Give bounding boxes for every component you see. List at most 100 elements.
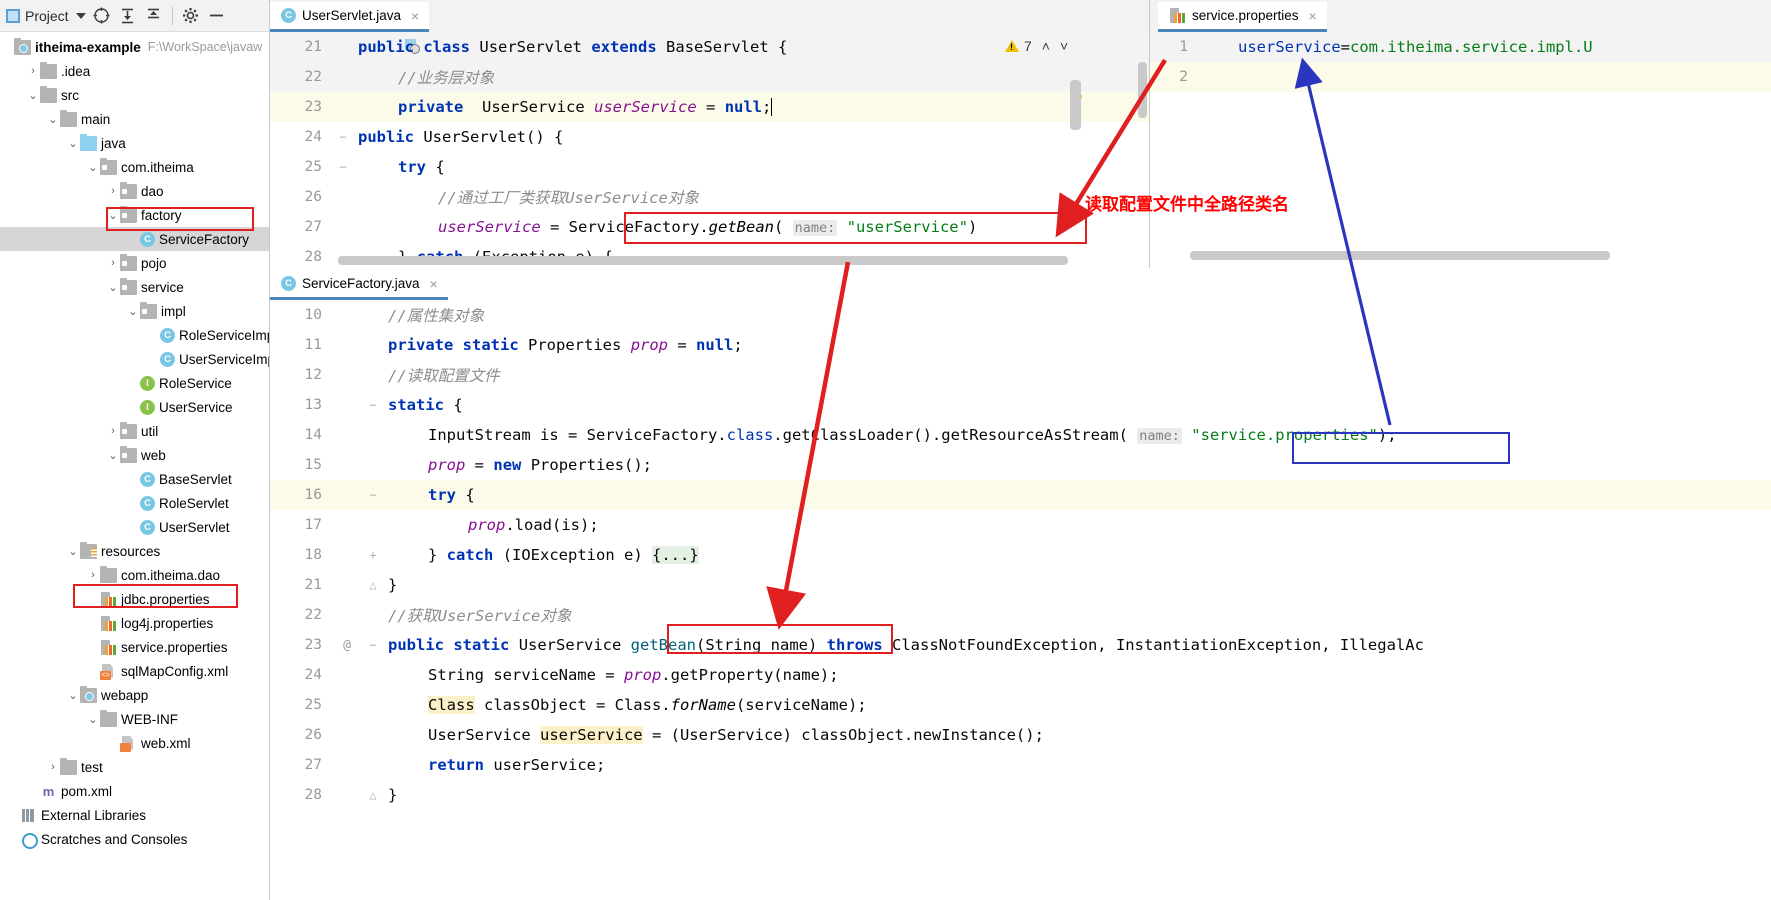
- code-line[interactable]: 13 − static {: [270, 390, 1771, 420]
- hide-icon[interactable]: [207, 6, 227, 26]
- annotation-marker[interactable]: @: [332, 638, 362, 653]
- horizontal-scrollbar-right[interactable]: [1190, 251, 1610, 260]
- tree-item-roleservlet[interactable]: ›CRoleServlet: [0, 491, 269, 515]
- chevron-down-icon[interactable]: ⌄: [126, 305, 140, 318]
- tree-item-pom-xml[interactable]: ›mpom.xml: [0, 779, 269, 803]
- code-line[interactable]: 24 String serviceName = prop.getProperty…: [270, 660, 1771, 690]
- tree-item-java[interactable]: ⌄ java: [0, 131, 269, 155]
- tree-item-test[interactable]: › test: [0, 755, 269, 779]
- chevron-right-icon[interactable]: ›: [106, 185, 120, 197]
- code-line[interactable]: 12 //读取配置文件: [270, 360, 1771, 390]
- tree-item-main[interactable]: ⌄ main: [0, 107, 269, 131]
- code-userservlet[interactable]: 21 public class UserServlet extends Base…: [270, 32, 1149, 268]
- code-line[interactable]: 11 private static Properties prop = null…: [270, 330, 1771, 360]
- tree-item-webapp[interactable]: ⌄ webapp: [0, 683, 269, 707]
- chevron-down-icon[interactable]: ⌄: [106, 449, 120, 462]
- fold-icon[interactable]: −: [362, 638, 384, 652]
- tree-item-factory[interactable]: ⌄ factory: [0, 203, 269, 227]
- tree-item-log4j-properties[interactable]: ›log4j.properties: [0, 611, 269, 635]
- chevron-right-icon[interactable]: ›: [46, 761, 60, 773]
- project-tool-window-title[interactable]: Project: [6, 8, 86, 24]
- top-editor-stripe-thumb[interactable]: [1070, 80, 1081, 130]
- code-line[interactable]: 25 − try {: [270, 152, 1149, 182]
- chevron-down-icon[interactable]: ⌄: [26, 89, 40, 102]
- code-line[interactable]: 23 @ − public static UserService getBean…: [270, 630, 1771, 660]
- override-icon[interactable]: [332, 24, 421, 71]
- prev-problem-button[interactable]: ˄: [1042, 38, 1050, 54]
- chevron-down-icon[interactable]: ⌄: [106, 209, 120, 222]
- fold-icon[interactable]: −: [332, 160, 354, 174]
- code-line[interactable]: 2: [1150, 62, 1771, 92]
- code-servicefactory[interactable]: 10 //属性集对象 11 private static Properties …: [270, 300, 1771, 810]
- locate-icon[interactable]: [92, 6, 112, 26]
- code-line[interactable]: 18 + } catch (IOException e) {...}: [270, 540, 1771, 570]
- tree-item-roleserviceimpl[interactable]: ›CRoleServiceImpl: [0, 323, 269, 347]
- chevron-down-icon[interactable]: ⌄: [66, 545, 80, 558]
- code-line[interactable]: 17 prop.load(is);: [270, 510, 1771, 540]
- code-line[interactable]: 21 △ }: [270, 570, 1771, 600]
- close-icon[interactable]: ×: [430, 276, 438, 292]
- code-line[interactable]: 23 private UserService userService = nul…: [270, 92, 1149, 122]
- chevron-down-icon[interactable]: [75, 12, 86, 19]
- fold-icon[interactable]: +: [362, 548, 384, 562]
- code-line[interactable]: 22 //业务层对象: [270, 62, 1149, 92]
- chevron-right-icon[interactable]: ›: [86, 569, 100, 581]
- tree-item-servicefactory[interactable]: ›CServiceFactory: [0, 227, 269, 251]
- chevron-down-icon[interactable]: ⌄: [106, 281, 120, 294]
- tree-item-external-libraries[interactable]: ›External Libraries: [0, 803, 269, 827]
- tree-item-jdbc-properties[interactable]: ›jdbc.properties: [0, 587, 269, 611]
- chevron-down-icon[interactable]: ⌄: [86, 161, 100, 174]
- code-line[interactable]: 22 //获取UserService对象: [270, 600, 1771, 630]
- tree-item-userserviceimpl[interactable]: ›CUserServiceImpl: [0, 347, 269, 371]
- tree-item-userservice[interactable]: ›IUserService: [0, 395, 269, 419]
- tab-service-properties[interactable]: service.properties ×: [1158, 2, 1327, 32]
- fold-icon[interactable]: △: [362, 578, 384, 592]
- chevron-down-icon[interactable]: ⌄: [86, 713, 100, 726]
- code-line[interactable]: 26 UserService userService = (UserServic…: [270, 720, 1771, 750]
- tree-item-service-properties[interactable]: ›service.properties: [0, 635, 269, 659]
- code-line[interactable]: 10 //属性集对象: [270, 300, 1771, 330]
- collapse-all-icon[interactable]: [144, 6, 164, 26]
- fold-icon[interactable]: −: [332, 130, 354, 144]
- vertical-scrollbar[interactable]: [1138, 62, 1147, 118]
- tree-root-row[interactable]: v itheima-example F:\WorkSpace\javaw: [0, 35, 269, 59]
- tree-item--idea[interactable]: › .idea: [0, 59, 269, 83]
- tree-item-sqlmapconfig-xml[interactable]: ›sqlMapConfig.xml: [0, 659, 269, 683]
- tree-item-src[interactable]: ⌄ src: [0, 83, 269, 107]
- code-line[interactable]: 24 − public UserServlet() {: [270, 122, 1149, 152]
- close-icon[interactable]: ×: [411, 8, 419, 24]
- chevron-down-icon[interactable]: ⌄: [66, 689, 80, 702]
- fold-icon[interactable]: △: [362, 788, 384, 802]
- code-line[interactable]: 16 − try {: [270, 480, 1771, 510]
- tab-servicefactory-java[interactable]: C ServiceFactory.java ×: [270, 270, 448, 300]
- tree-item-roleservice[interactable]: ›IRoleService: [0, 371, 269, 395]
- inspection-widget[interactable]: 7 ˄ ˅: [1005, 38, 1761, 54]
- code-line[interactable]: 28 △ }: [270, 780, 1771, 810]
- tree-item-util[interactable]: › util: [0, 419, 269, 443]
- chevron-right-icon[interactable]: ›: [26, 65, 40, 77]
- next-problem-button[interactable]: ˅: [1060, 38, 1068, 54]
- project-tree[interactable]: v itheima-example F:\WorkSpace\javaw › .i…: [0, 32, 269, 851]
- horizontal-scrollbar[interactable]: [338, 256, 1068, 265]
- tree-item-pojo[interactable]: › pojo: [0, 251, 269, 275]
- tree-item-impl[interactable]: ⌄ impl: [0, 299, 269, 323]
- code-line[interactable]: 25 Class classObject = Class.forName(ser…: [270, 690, 1771, 720]
- folded-block[interactable]: {...}: [652, 546, 699, 564]
- tree-item-com-itheima[interactable]: ⌄ com.itheima: [0, 155, 269, 179]
- gear-icon[interactable]: [181, 6, 201, 26]
- code-line[interactable]: 26 //通过工厂类获取UserService对象: [270, 182, 1149, 212]
- close-icon[interactable]: ×: [1309, 8, 1317, 24]
- fold-icon[interactable]: −: [362, 398, 384, 412]
- tree-item-userservlet[interactable]: ›CUserServlet: [0, 515, 269, 539]
- code-line[interactable]: 27 return userService;: [270, 750, 1771, 780]
- chevron-right-icon[interactable]: ›: [106, 257, 120, 269]
- tree-item-service[interactable]: ⌄ service: [0, 275, 269, 299]
- chevron-down-icon[interactable]: ⌄: [46, 113, 60, 126]
- code-line[interactable]: 15 prop = new Properties();: [270, 450, 1771, 480]
- fold-icon[interactable]: −: [362, 488, 384, 502]
- expand-all-icon[interactable]: [118, 6, 138, 26]
- tree-item-dao[interactable]: › dao: [0, 179, 269, 203]
- tree-item-web-xml[interactable]: ›web.xml: [0, 731, 269, 755]
- tree-item-baseservlet[interactable]: ›CBaseServlet: [0, 467, 269, 491]
- code-line[interactable]: 14 InputStream is = ServiceFactory.class…: [270, 420, 1771, 450]
